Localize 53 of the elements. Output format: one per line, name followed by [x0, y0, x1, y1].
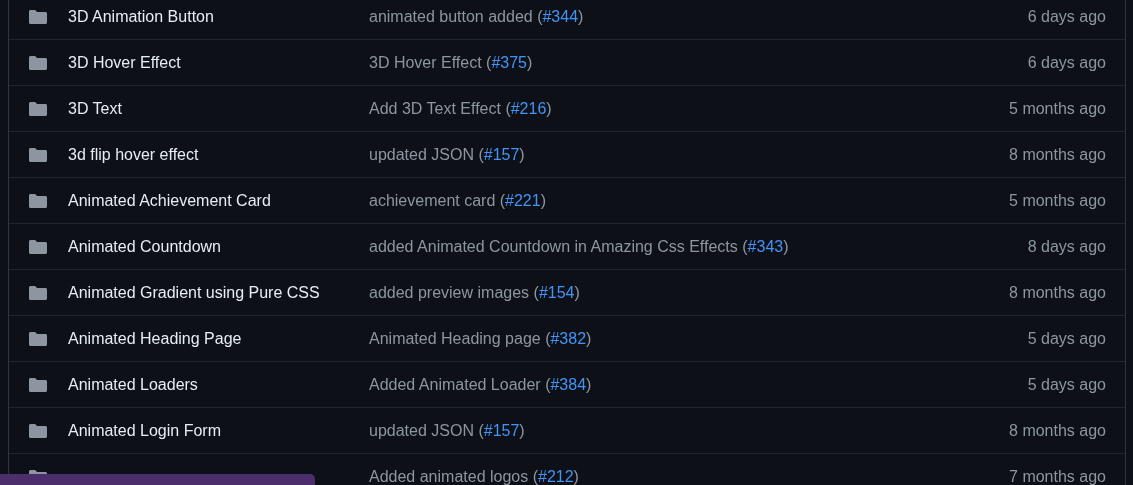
- folder-icon: [28, 8, 48, 25]
- commit-message: Add 3D Text Effect (#216): [369, 99, 552, 117]
- commit-time: 6 days ago: [1027, 7, 1106, 25]
- commit-message: Added Animated Loader (#384): [369, 375, 592, 393]
- folder-icon: [28, 238, 48, 255]
- folder-name-link[interactable]: Animated Gradient using Pure CSS: [68, 283, 320, 301]
- commit-message: Added animated logos (#212): [369, 467, 579, 485]
- pull-request-link[interactable]: #343: [747, 237, 784, 255]
- folder-icon: [28, 192, 48, 209]
- folder-name-link[interactable]: Animated Heading Page: [68, 329, 242, 347]
- folder-icon: [28, 330, 48, 347]
- commit-message: animated button added (#344): [369, 7, 584, 25]
- pull-request-link[interactable]: #382: [550, 329, 587, 347]
- commit-message: Animated Heading page (#382): [369, 329, 592, 347]
- commit-time: 5 months ago: [1009, 99, 1106, 117]
- commit-time: 8 days ago: [1027, 237, 1106, 255]
- commit-time: 5 days ago: [1027, 329, 1106, 347]
- commit-time: 8 months ago: [1009, 145, 1106, 163]
- commit-message: added Animated Countdown in Amazing Css Effects (#343): [369, 237, 789, 255]
- commit-message: 3D Hover Effect (#375): [369, 53, 533, 71]
- folder-icon: [28, 376, 48, 393]
- folder-icon: [28, 146, 48, 163]
- commit-message: updated JSON (#157): [369, 421, 525, 439]
- folder-name-link[interactable]: Animated Countdown: [68, 237, 221, 255]
- folder-icon: [28, 54, 48, 71]
- pull-request-link[interactable]: #375: [491, 53, 527, 71]
- folder-name-link[interactable]: Animated Achievement Card: [68, 191, 271, 209]
- pull-request-link[interactable]: #344: [542, 7, 579, 25]
- folder-name-link[interactable]: 3D Hover Effect: [68, 53, 181, 71]
- folder-name-link[interactable]: 3D Animation Button: [68, 7, 214, 25]
- folder-icon: [28, 284, 48, 301]
- folder-name-link[interactable]: 3d flip hover effect: [68, 145, 199, 163]
- commit-time: 6 days ago: [1027, 53, 1106, 71]
- commit-message: added preview images (#154): [369, 283, 580, 301]
- pull-request-link[interactable]: #221: [505, 191, 541, 209]
- commit-time: 5 months ago: [1009, 191, 1106, 209]
- pull-request-link[interactable]: #157: [483, 145, 520, 163]
- folder-name-link[interactable]: Animated Loaders: [68, 375, 198, 393]
- commit-time: 7 months ago: [1009, 467, 1106, 485]
- commit-time: 8 months ago: [1009, 283, 1106, 301]
- commit-message: updated JSON (#157): [369, 145, 525, 163]
- pull-request-link[interactable]: #384: [550, 375, 587, 393]
- folder-name-link[interactable]: 3D Text: [68, 99, 122, 117]
- folder-icon: [28, 100, 48, 117]
- commit-message: achievement card (#221): [369, 191, 546, 209]
- commit-time: 8 months ago: [1009, 421, 1106, 439]
- pull-request-link[interactable]: #154: [538, 283, 575, 301]
- pull-request-link[interactable]: #216: [510, 99, 547, 117]
- commit-time: 5 days ago: [1027, 375, 1106, 393]
- folder-name-link[interactable]: Animated Login Form: [68, 421, 221, 439]
- folder-icon: [28, 422, 48, 439]
- pull-request-link[interactable]: #157: [483, 421, 520, 439]
- pull-request-link[interactable]: #212: [538, 467, 574, 485]
